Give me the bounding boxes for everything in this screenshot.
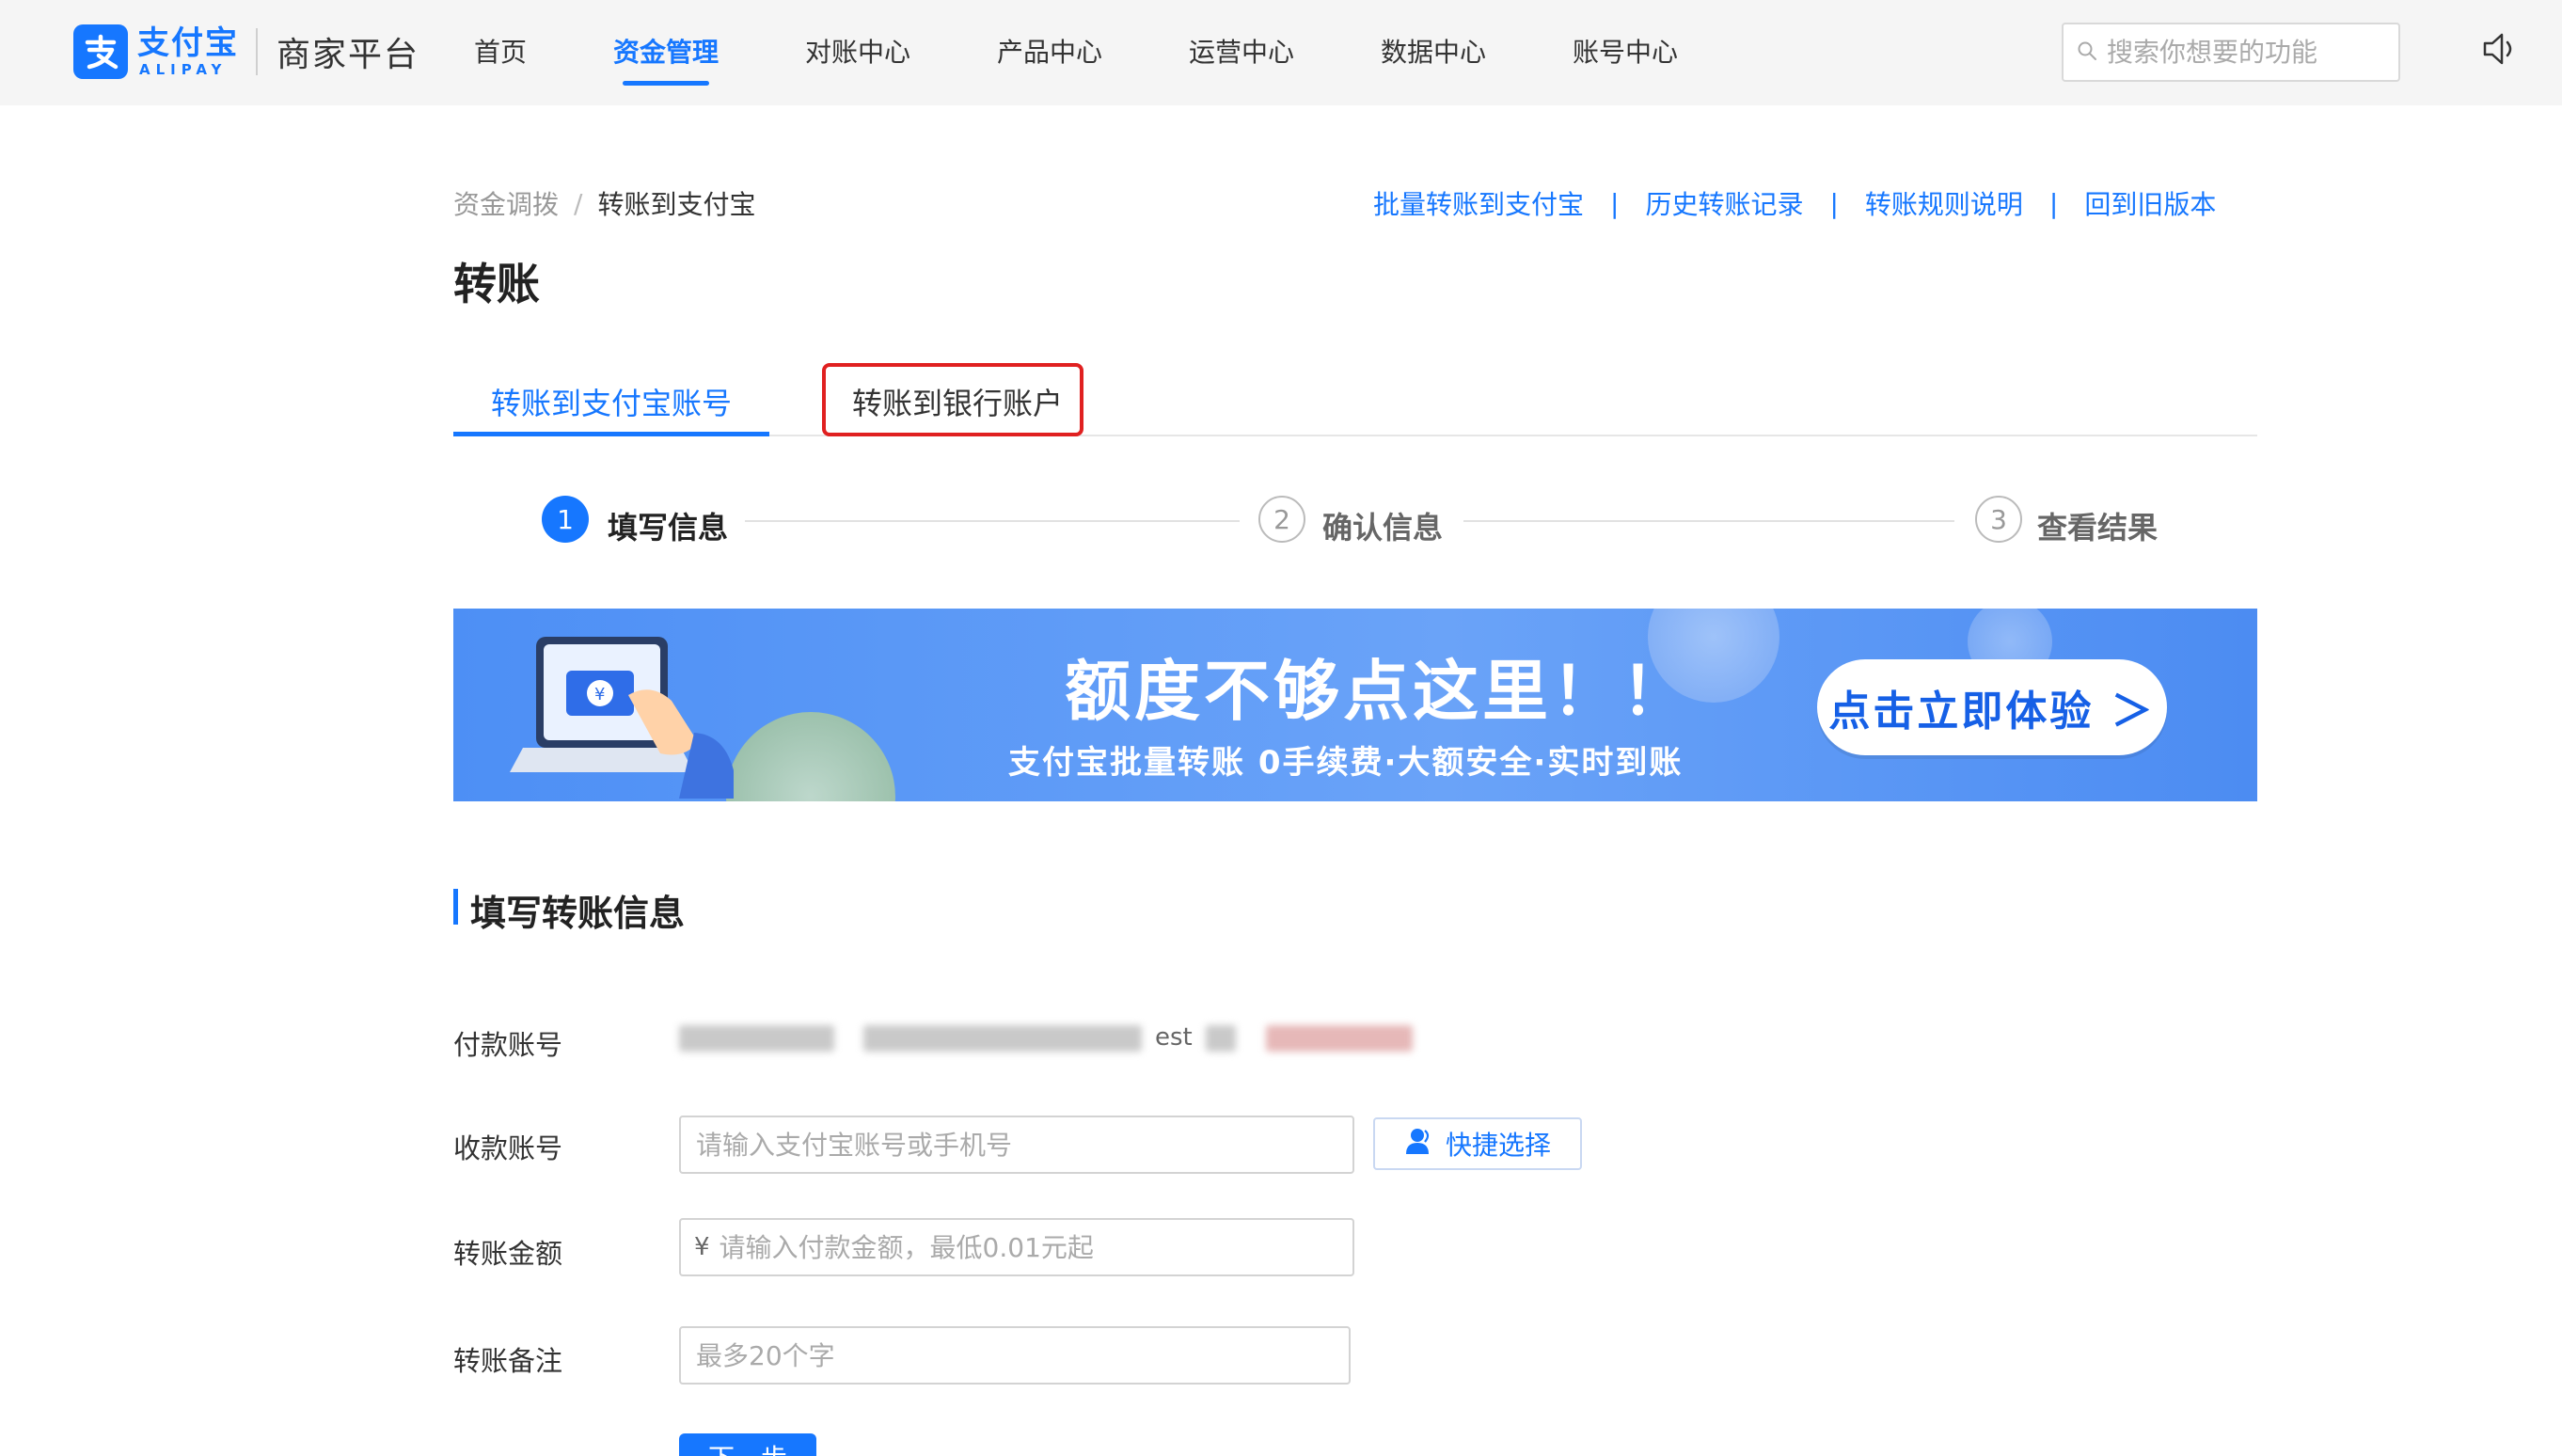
step-1-circle: 1	[542, 496, 589, 543]
redacted-text	[1206, 1025, 1236, 1052]
step-3-label: 查看结果	[2037, 510, 2159, 546]
payee-label: 收款账号	[453, 1132, 563, 1164]
step-connector-1	[745, 520, 1240, 522]
quick-select-label: 快捷选择	[1445, 1130, 1551, 1161]
link-batch-transfer[interactable]: 批量转账到支付宝	[1373, 184, 1584, 222]
page-title: 转账	[453, 259, 540, 309]
banner-subline: 支付宝批量转账 0手续费·大额安全·实时到账	[1008, 744, 1684, 782]
step-2-label: 确认信息	[1322, 510, 1444, 546]
tab-transfer-to-alipay[interactable]: 转账到支付宝账号	[491, 380, 732, 423]
payer-visible-text: est	[1155, 1023, 1193, 1052]
payee-account-input[interactable]	[679, 1116, 1354, 1174]
search-box[interactable]	[2062, 23, 2400, 82]
link-transfer-history[interactable]: 历史转账记录	[1645, 184, 1803, 222]
speaker-icon[interactable]	[2479, 28, 2521, 70]
nav-item-fund-management[interactable]: 资金管理	[613, 32, 719, 70]
step-2-circle: 2	[1258, 496, 1305, 543]
alipay-logo-icon	[73, 24, 128, 79]
link-old-version[interactable]: 回到旧版本	[2084, 184, 2216, 222]
step-connector-2	[1463, 520, 1954, 522]
link-separator: |	[1829, 187, 1839, 219]
payer-account-value: est	[679, 1018, 1469, 1065]
nav-item-products[interactable]: 产品中心	[997, 32, 1102, 70]
laptop-illustration-icon: ¥	[510, 629, 735, 799]
breadcrumb-separator: /	[574, 187, 583, 219]
redacted-text	[679, 1025, 834, 1052]
coin-decoration	[726, 712, 895, 801]
section-title: 填写转账信息	[470, 893, 686, 934]
alipay-logo[interactable]: 支付宝 ALIPAY 商家平台	[73, 24, 419, 79]
logo-text-en: ALIPAY	[139, 61, 228, 78]
payer-label: 付款账号	[453, 1029, 563, 1061]
tab-bank-highlight-box	[822, 363, 1083, 436]
yen-prefix: ¥	[694, 1233, 710, 1261]
step-3-circle: 3	[1975, 496, 2022, 543]
contact-icon	[1404, 1127, 1434, 1162]
logo-text-cn: 支付宝	[137, 24, 239, 62]
breadcrumb-current: 转账到支付宝	[597, 189, 756, 220]
remark-input[interactable]	[679, 1326, 1351, 1385]
nav-item-operations[interactable]: 运营中心	[1189, 32, 1294, 70]
top-navigation-bar: 支付宝 ALIPAY 商家平台 首页 资金管理 对账中心 产品中心 运营中心 数…	[0, 0, 2562, 105]
link-transfer-rules[interactable]: 转账规则说明	[1865, 184, 2023, 222]
search-icon	[2077, 40, 2097, 65]
redacted-text	[1266, 1025, 1413, 1052]
top-links: 批量转账到支付宝 | 历史转账记录 | 转账规则说明 | 回到旧版本	[1373, 184, 2216, 222]
product-name: 商家平台	[277, 36, 420, 74]
quick-select-button[interactable]: 快捷选择	[1373, 1117, 1582, 1170]
step-1-label: 填写信息	[608, 510, 729, 546]
link-separator: |	[2048, 187, 2059, 219]
nav-item-home[interactable]: 首页	[474, 32, 527, 70]
breadcrumb: 资金调拨 / 转账到支付宝	[453, 184, 755, 222]
nav-item-data[interactable]: 数据中心	[1381, 32, 1486, 70]
tab-active-underline	[453, 432, 769, 436]
link-separator: |	[1610, 187, 1620, 219]
amount-field[interactable]: ¥	[679, 1218, 1354, 1276]
remark-label: 转账备注	[453, 1345, 563, 1377]
promo-banner[interactable]: ¥ 额度不够点这里！！ 支付宝批量转账 0手续费·大额安全·实时到账 点击立即体…	[453, 609, 2257, 801]
nav-item-reconciliation[interactable]: 对账中心	[805, 32, 910, 70]
banner-headline: 额度不够点这里！！	[1065, 653, 1691, 730]
logo-divider	[256, 28, 258, 75]
amount-label: 转账金额	[453, 1238, 563, 1270]
redacted-text	[863, 1025, 1142, 1052]
nav-active-indicator	[623, 81, 709, 86]
breadcrumb-parent[interactable]: 资金调拨	[453, 184, 559, 222]
svg-text:¥: ¥	[594, 685, 605, 704]
nav-item-account[interactable]: 账号中心	[1573, 32, 1678, 70]
section-marker	[453, 889, 458, 925]
amount-input[interactable]	[719, 1231, 1321, 1263]
next-step-button[interactable]: 下一步	[679, 1433, 816, 1456]
search-input[interactable]	[2107, 37, 2389, 68]
banner-cta-button[interactable]: 点击立即体验 ＞	[1817, 659, 2167, 755]
